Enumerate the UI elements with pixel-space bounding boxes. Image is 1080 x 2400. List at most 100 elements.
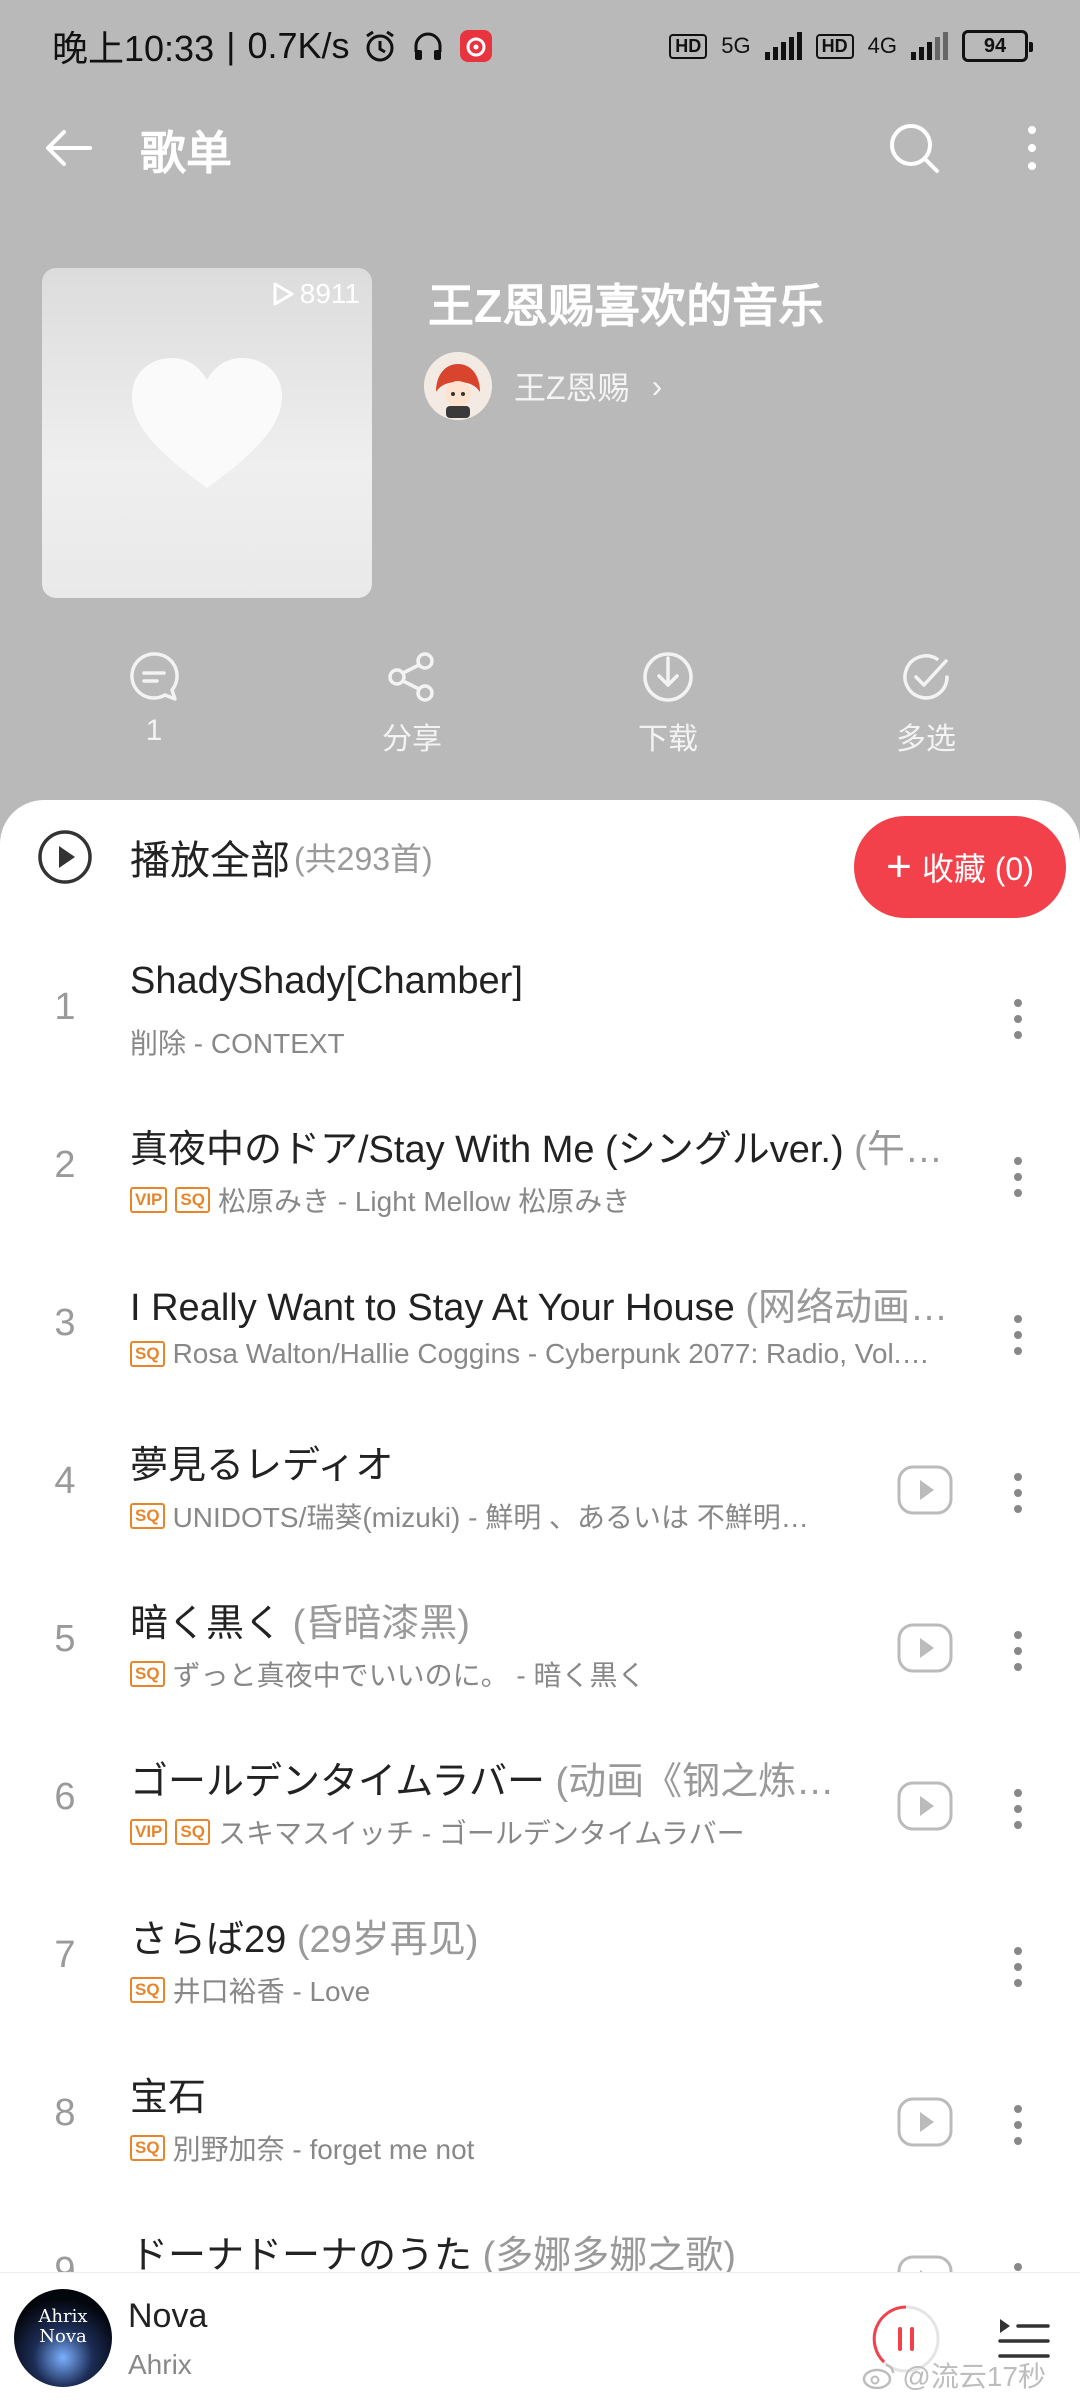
song-row[interactable]: 5 暗く黒く (昏暗漆黑) SQ ずっと真夜中でいいのに。 - 暗く黒く: [0, 1572, 1080, 1730]
song-title-text: ゴールデンタイムラバー: [130, 1761, 545, 1803]
song-meta: SQ 別野加奈 - forget me not: [130, 2128, 840, 2168]
share-icon: [388, 652, 434, 702]
song-more-icon[interactable]: [1012, 1944, 1024, 1995]
song-row[interactable]: 2 真夜中のドア/Stay With Me (シングルver.) (午… VIP SQ…: [0, 1098, 1080, 1256]
play-count-icon: [273, 282, 294, 306]
sq-badge: SQ: [130, 2135, 165, 2161]
song-meta: VIP SQ スキマスイッチ - ゴールデンタイムラバー: [130, 1812, 840, 1852]
song-index: 1: [54, 986, 76, 1028]
chevron-right-icon: ›: [651, 367, 663, 404]
playlist-creator[interactable]: 王Z恩赐 ›: [424, 352, 662, 420]
song-more-icon[interactable]: [1012, 1470, 1024, 1521]
song-artist-album: Rosa Walton/Hallie Coggins - Cyberpunk 2…: [172, 1338, 930, 1369]
song-meta: SQ ずっと真夜中でいいのに。 - 暗く黒く: [130, 1654, 840, 1694]
song-more-icon[interactable]: [1012, 1312, 1024, 1363]
search-icon[interactable]: [884, 118, 944, 183]
weibo-icon: [863, 2363, 895, 2389]
mv-play-icon[interactable]: [896, 1464, 954, 1521]
song-more-icon[interactable]: [1012, 1628, 1024, 1679]
creator-avatar[interactable]: [424, 352, 492, 420]
song-index: 7: [54, 1934, 76, 1976]
mv-play-icon[interactable]: [896, 1622, 954, 1679]
song-index: 4: [54, 1460, 76, 1502]
song-meta: SQ Rosa Walton/Hallie Coggins - Cyberpunk…: [130, 1338, 960, 1370]
song-index: 3: [54, 1302, 76, 1344]
song-row[interactable]: 7 さらば29 (29岁再见) SQ 井口裕香 - Love: [0, 1888, 1080, 2046]
song-title: ゴールデンタイムラバー (动画《钢之炼…: [130, 1750, 860, 1805]
signal-1-icon: [764, 32, 802, 60]
multiselect-button[interactable]: 多选: [846, 650, 1006, 758]
song-count: (共293首): [294, 841, 433, 877]
sq-badge: SQ: [175, 1187, 210, 1213]
share-label: 分享: [382, 723, 442, 756]
share-button[interactable]: 分享: [332, 650, 492, 758]
song-alias: (网络动画…: [734, 1287, 949, 1329]
song-list: 1 ShadyShady[Chamber] 削除 - CONTEXT 2 真夜中のドア/…: [0, 940, 1080, 2362]
song-row[interactable]: 1 ShadyShady[Chamber] 削除 - CONTEXT: [0, 940, 1080, 1098]
mv-play-icon[interactable]: [896, 2096, 954, 2153]
vip-badge: VIP: [130, 1819, 168, 1845]
song-meta: SQ 井口裕香 - Love: [130, 1970, 960, 2010]
song-row[interactable]: 6 ゴールデンタイムラバー (动画《钢之炼… VIP SQ スキマスイッチ - ゴールデ…: [0, 1730, 1080, 1888]
playlist-cover[interactable]: 8911: [42, 268, 372, 598]
song-artist-album: UNIDOTS/瑞葵(mizuki) - 鮮明 、あるいは 不鮮明…: [172, 1502, 809, 1533]
network-speed: 0.7K/s: [247, 25, 350, 66]
page-title: 歌单: [140, 127, 232, 179]
mini-player[interactable]: Ahrix Nova Nova Ahrix @流云17秒: [0, 2272, 1080, 2400]
song-more-icon[interactable]: [1012, 1154, 1024, 1205]
song-title-text: さらば29: [130, 1919, 287, 1961]
plus-icon: +: [886, 842, 912, 891]
hd-badge-2: HD: [815, 33, 854, 59]
playlist-actions: 1 分享 下载 多选: [0, 650, 1080, 760]
play-all-button[interactable]: 播放全部 (共293首): [36, 828, 433, 886]
song-meta: 削除 - CONTEXT: [130, 1022, 960, 1062]
sq-badge: SQ: [130, 1661, 165, 1687]
watermark: @流云17秒: [862, 2355, 1046, 2395]
creator-name[interactable]: 王Z恩赐: [514, 363, 630, 409]
now-playing-cover[interactable]: Ahrix Nova: [14, 2289, 112, 2387]
back-icon[interactable]: [40, 120, 96, 181]
status-divider: |: [226, 25, 236, 66]
heart-icon: [132, 358, 282, 488]
song-index: 6: [54, 1776, 76, 1818]
song-title-text: 真夜中のドア/Stay With Me (シングルver.): [130, 1129, 844, 1171]
song-more-icon[interactable]: [1012, 1786, 1024, 1837]
song-meta: VIP SQ 松原みき - Light Mellow 松原みき: [130, 1180, 960, 1220]
song-row[interactable]: 8 宝石 SQ 別野加奈 - forget me not: [0, 2046, 1080, 2204]
alarm-icon: [362, 28, 398, 64]
song-title-text: 暗く黒く: [130, 1603, 283, 1645]
song-more-icon[interactable]: [1012, 2102, 1024, 2153]
song-more-icon[interactable]: [1012, 996, 1024, 1047]
checkmark-circle-icon: [903, 654, 949, 700]
song-title: ShadyShady[Chamber]: [130, 960, 985, 1003]
comment-button[interactable]: 1: [74, 650, 234, 748]
song-title: さらば29 (29岁再见): [130, 1908, 985, 1963]
collect-button[interactable]: + 收藏 (0): [854, 816, 1066, 918]
mv-play-icon[interactable]: [896, 1780, 954, 1837]
sq-badge: SQ: [130, 1503, 165, 1529]
song-row[interactable]: 3 I Really Want to Stay At Your House (网络…: [0, 1256, 1080, 1414]
song-row[interactable]: 4 夢見るレディオ SQ UNIDOTS/瑞葵(mizuki) - 鮮明 、あるいは …: [0, 1414, 1080, 1572]
status-bar: 晚上10:33 | 0.7K/s HD 5G HD 4G 94: [0, 0, 1080, 92]
song-artist-album: 松原みき - Light Mellow 松原みき: [217, 1186, 631, 1217]
download-button[interactable]: 下载: [588, 650, 748, 758]
play-count-value: 8911: [299, 278, 360, 309]
collect-label: 收藏 (0): [921, 851, 1034, 887]
now-playing-artist: Ahrix: [128, 2349, 192, 2380]
song-title: I Really Want to Stay At Your House (网络动…: [130, 1276, 985, 1331]
song-index: 5: [54, 1618, 76, 1660]
song-alias: (29岁再见): [286, 1919, 479, 1961]
song-meta: SQ UNIDOTS/瑞葵(mizuki) - 鮮明 、あるいは 不鮮明…: [130, 1496, 840, 1536]
song-alias: (午…: [843, 1129, 943, 1171]
song-artist-album: 井口裕香 - Love: [172, 1976, 371, 2007]
multiselect-label: 多选: [896, 723, 956, 756]
song-index: 8: [54, 2092, 76, 2134]
song-alias: (多娜多娜之歌): [472, 2235, 736, 2277]
song-artist-album: スキマスイッチ - ゴールデンタイムラバー: [217, 1818, 745, 1849]
song-alias: (动画《钢之炼…: [544, 1761, 835, 1803]
sq-badge: SQ: [175, 1819, 210, 1845]
now-playing-title: Nova: [128, 2297, 208, 2335]
download-icon: [643, 652, 693, 702]
more-menu-icon[interactable]: [1024, 120, 1040, 181]
song-artist-album: 削除 - CONTEXT: [130, 1028, 345, 1059]
